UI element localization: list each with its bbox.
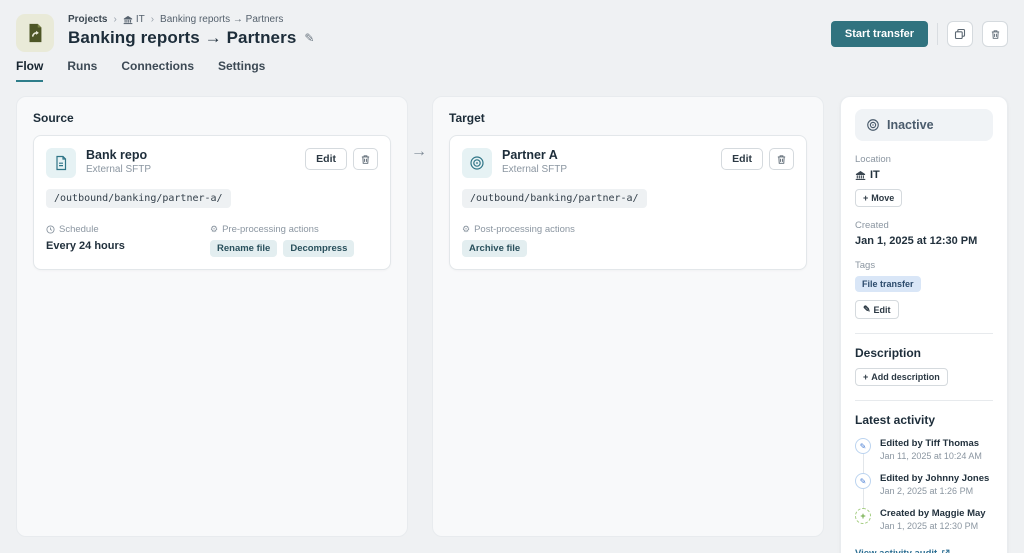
breadcrumb: Projects › IT › Banking reports → Partne… — [68, 14, 314, 25]
pencil-icon: ✎ — [863, 304, 871, 314]
header-divider — [937, 23, 938, 45]
source-edit-button[interactable]: Edit — [305, 148, 347, 170]
tab-settings[interactable]: Settings — [218, 59, 265, 82]
preprocessing-label: Pre-processing actions — [222, 224, 319, 235]
tab-runs[interactable]: Runs — [67, 59, 97, 82]
edit-tags-button[interactable]: ✎ Edit — [855, 300, 899, 319]
external-link-icon — [942, 549, 950, 553]
target-panel: Target Partner A External SFTP Edit /out… — [432, 96, 824, 537]
app-logo — [16, 14, 54, 52]
trash-icon — [777, 154, 786, 164]
activity-feed: ✎ Edited by Tiff Thomas Jan 11, 2025 at … — [855, 438, 993, 531]
target-delete-button[interactable] — [769, 148, 794, 170]
target-edit-button[interactable]: Edit — [721, 148, 763, 170]
edit-activity-icon: ✎ — [855, 473, 871, 489]
gear-icon: ⚙ — [210, 224, 219, 234]
breadcrumb-current: Banking reports → Partners — [160, 14, 284, 25]
breadcrumb-it-label: IT — [135, 14, 145, 25]
activity-text: Edited by Tiff Thomas — [880, 438, 980, 449]
bank-icon — [855, 170, 866, 180]
status-label: Inactive — [887, 118, 934, 132]
location-label: Location — [855, 154, 891, 165]
tab-connections[interactable]: Connections — [121, 59, 194, 82]
status-target-icon — [867, 119, 879, 131]
source-panel-title: Source — [33, 111, 74, 125]
source-path: /outbound/banking/partner-a/ — [46, 189, 231, 208]
source-card: Bank repo External SFTP Edit /outbound/b… — [33, 135, 391, 270]
postprocessing-label: Post-processing actions — [474, 224, 575, 235]
source-panel: Source Bank repo External SFTP Edit /out… — [16, 96, 408, 537]
breadcrumb-separator: › — [113, 14, 117, 25]
target-card: Partner A External SFTP Edit /outbound/b… — [449, 135, 807, 270]
target-name: Partner A — [502, 148, 558, 162]
source-delete-button[interactable] — [353, 148, 378, 170]
action-chip-rename-file: Rename file — [210, 240, 278, 257]
tags-label: Tags — [855, 260, 876, 271]
view-activity-audit-link[interactable]: View activity audit — [855, 548, 950, 553]
target-path: /outbound/banking/partner-a/ — [462, 189, 647, 208]
sidebar-divider — [855, 400, 993, 401]
activity-text: Created by Maggie May — [880, 508, 986, 519]
edit-title-icon[interactable]: ✎ — [304, 31, 314, 45]
breadcrumb-projects[interactable]: Projects — [68, 14, 107, 25]
schedule-value: Every 24 hours — [46, 240, 125, 252]
bank-icon — [123, 15, 133, 24]
description-heading: Description — [855, 346, 922, 360]
trash-icon — [361, 154, 370, 164]
file-transfer-icon — [29, 23, 42, 43]
details-sidebar: Inactive Location IT + Move Created Jan … — [840, 96, 1008, 553]
clock-icon — [46, 225, 55, 234]
activity-item: + Created by Maggie May Jan 1, 2025 at 1… — [855, 508, 993, 531]
breadcrumb-it[interactable]: IT — [123, 14, 145, 25]
source-name: Bank repo — [86, 148, 148, 162]
tab-flow[interactable]: Flow — [16, 59, 44, 82]
move-button[interactable]: + Move — [855, 189, 903, 207]
activity-time: Jan 2, 2025 at 1:26 PM — [880, 486, 974, 496]
trash-icon — [991, 29, 999, 39]
source-type: External SFTP — [86, 164, 152, 175]
duplicate-icon — [954, 28, 966, 40]
created-value: Jan 1, 2025 at 12:30 PM — [855, 235, 978, 247]
latest-activity-heading: Latest activity — [855, 413, 936, 427]
activity-time: Jan 1, 2025 at 12:30 PM — [880, 521, 979, 531]
duplicate-button[interactable] — [947, 21, 973, 47]
document-icon — [46, 148, 76, 178]
tag-file-transfer: File transfer — [855, 276, 921, 292]
target-icon — [462, 148, 492, 178]
page-header: Projects › IT › Banking reports → Partne… — [16, 14, 1008, 52]
start-transfer-button[interactable]: Start transfer — [830, 21, 928, 47]
target-type: External SFTP — [502, 164, 568, 175]
status-badge: Inactive — [855, 109, 993, 141]
target-panel-title: Target — [449, 111, 485, 125]
flow-arrow-icon: → — [411, 143, 427, 160]
activity-time: Jan 11, 2025 at 10:24 AM — [880, 451, 982, 461]
activity-item: ✎ Edited by Tiff Thomas Jan 11, 2025 at … — [855, 438, 993, 461]
activity-text: Edited by Johnny Jones — [880, 473, 990, 484]
activity-item: ✎ Edited by Johnny Jones Jan 2, 2025 at … — [855, 473, 993, 496]
add-description-button[interactable]: + Add description — [855, 368, 948, 386]
breadcrumb-separator: › — [150, 14, 155, 25]
plus-icon: + — [863, 193, 869, 203]
action-chip-decompress: Decompress — [283, 240, 355, 257]
sidebar-divider — [855, 333, 993, 334]
edit-activity-icon: ✎ — [855, 438, 871, 454]
gear-icon: ⚙ — [462, 224, 471, 234]
location-value: IT — [855, 169, 993, 181]
page-title: Banking reports → Partners — [68, 28, 297, 47]
plus-icon: + — [863, 372, 869, 382]
tab-bar: Flow Runs Connections Settings — [16, 59, 265, 82]
create-activity-icon: + — [855, 508, 871, 524]
delete-button[interactable] — [982, 21, 1008, 47]
created-label: Created — [855, 220, 889, 231]
action-chip-archive-file: Archive file — [462, 240, 528, 257]
schedule-label: Schedule — [59, 224, 99, 235]
